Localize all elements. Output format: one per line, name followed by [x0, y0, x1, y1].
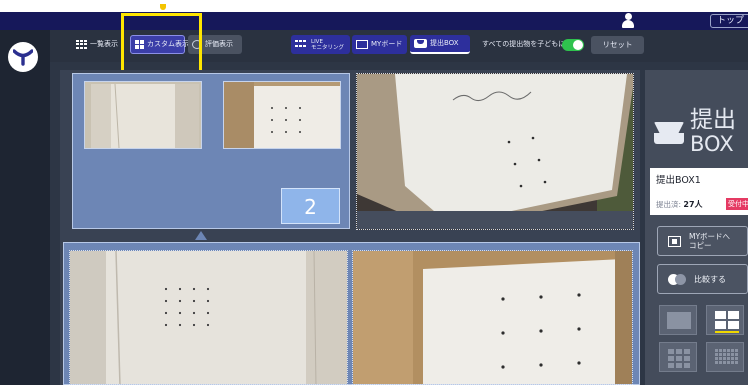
list-view-button[interactable]: 一覧表示 [72, 35, 124, 54]
submitted-count-value: 27人 [683, 200, 703, 209]
group-count-badge[interactable]: 2 [281, 188, 340, 224]
layout-6x6-button[interactable] [706, 342, 744, 372]
myboard-button[interactable]: MYボード [352, 35, 407, 54]
custom-view-button[interactable]: カスタム表示 [130, 35, 189, 54]
submission-thumbnail[interactable] [84, 81, 202, 149]
board-copy-icon [668, 235, 681, 247]
evaluation-icon [192, 40, 202, 49]
submission-thumbnail[interactable] [223, 81, 341, 149]
monitor-grid-icon [295, 40, 308, 49]
custom-grid-icon [135, 40, 144, 49]
grid-2x2-icon [715, 311, 739, 329]
evaluation-view-button[interactable]: 評価表示 [188, 35, 242, 54]
grid-icon [76, 40, 87, 49]
status-badge: 受付中 [726, 198, 748, 210]
submitted-label: 提出済: [656, 200, 682, 209]
selected-layout-indicator [715, 331, 739, 333]
submit-box-icon [654, 122, 684, 144]
grid-3x3-icon [668, 349, 690, 368]
copy-to-myboard-button[interactable]: MYボードへ コピー [657, 226, 748, 256]
tray-icon [414, 39, 427, 48]
copy-label-line2: コピー [689, 241, 712, 250]
highlight-pointer [160, 4, 166, 10]
submit-box-label: 提出BOX [430, 39, 459, 47]
submit-box-name: 提出BOX1 [656, 175, 701, 186]
submitted-count: 提出済: 27人 [656, 199, 703, 210]
app-window: トップ 一覧表示 カスタム表示 評価表示 LIVE モニタリング MYボード 提… [0, 0, 748, 385]
layout-2x2-button[interactable] [706, 305, 744, 335]
compare-button[interactable]: 比較する [657, 264, 748, 294]
single-layout-icon [667, 312, 691, 329]
side-panel-title: 提出 BOX [690, 108, 736, 156]
top-button[interactable]: トップ [710, 14, 748, 28]
compare-label: 比較する [694, 274, 726, 284]
submission-photo[interactable] [352, 250, 633, 385]
myboard-label: MYボード [371, 40, 403, 48]
side-title-line2: BOX [690, 132, 734, 156]
grid-6x6-icon [715, 349, 738, 364]
layout-single-button[interactable] [659, 305, 697, 335]
evaluation-view-label: 評価表示 [205, 40, 233, 48]
layout-3x3-button[interactable] [659, 342, 697, 372]
monitoring-label: モニタリング [311, 44, 345, 51]
submit-box-tab[interactable]: 提出BOX [410, 35, 470, 54]
user-icon[interactable] [622, 13, 634, 29]
board-icon [356, 40, 368, 49]
app-logo-icon[interactable] [8, 42, 38, 72]
submission-photo[interactable] [356, 73, 634, 230]
custom-view-label: カスタム表示 [147, 40, 189, 48]
browser-top-strip [0, 0, 748, 12]
side-title-line1: 提出 [690, 107, 736, 133]
copy-label-line1: MYボードへ [689, 232, 731, 241]
live-monitoring-button[interactable]: LIVE モニタリング [291, 35, 350, 54]
group-pointer-arrow [195, 231, 207, 240]
reset-button[interactable]: リセット [591, 36, 644, 54]
left-rail [0, 30, 50, 385]
list-view-label: 一覧表示 [90, 40, 118, 48]
compare-icon [668, 273, 686, 285]
submission-photo[interactable] [69, 250, 348, 385]
top-navigation-bar [0, 12, 748, 30]
publish-all-toggle[interactable] [562, 39, 584, 51]
